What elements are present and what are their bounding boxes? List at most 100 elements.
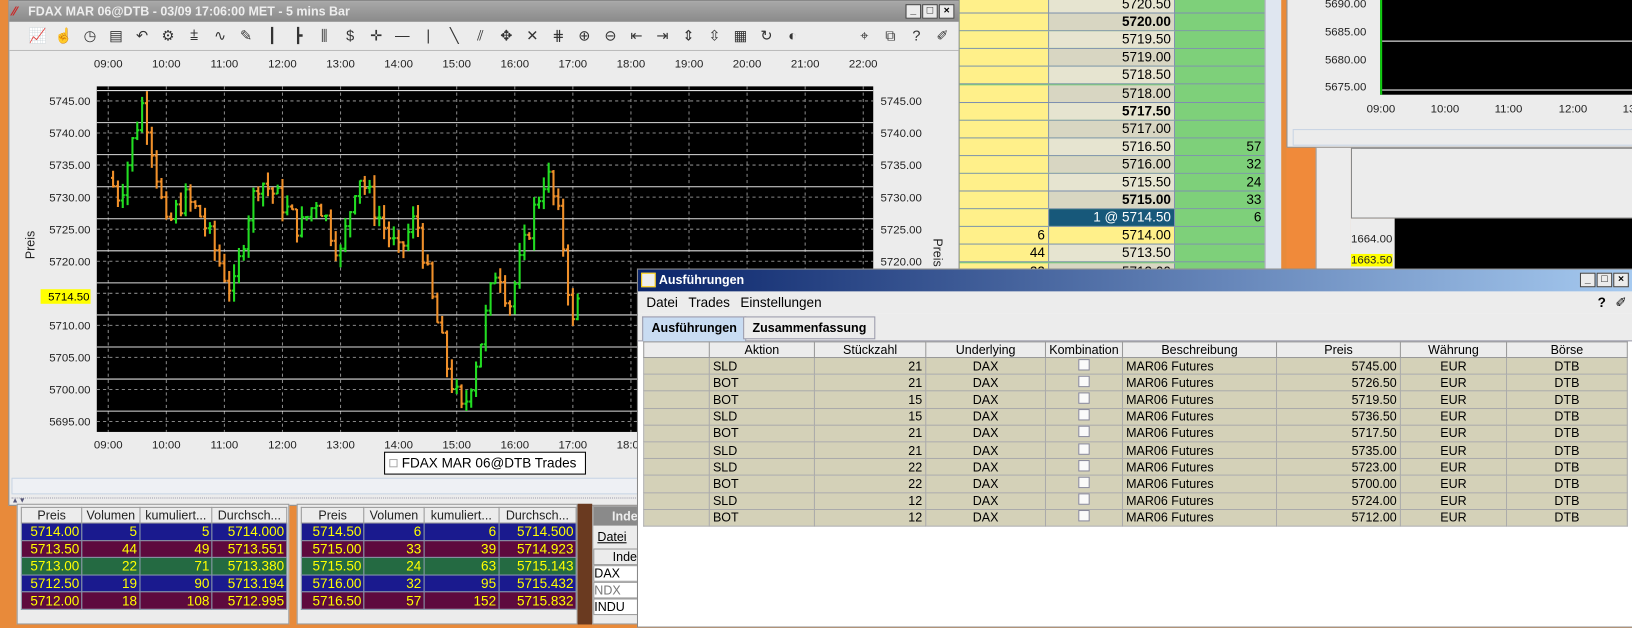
executions-close-button[interactable]: × xyxy=(1613,272,1629,288)
bid-size[interactable] xyxy=(959,67,1050,84)
scroll-right-icon[interactable]: ⇥ xyxy=(653,26,673,46)
help-icon[interactable]: ? xyxy=(1598,291,1606,313)
close-button[interactable]: × xyxy=(938,4,955,19)
gear-disabled-icon[interactable]: ⚙ xyxy=(158,26,178,46)
price-level[interactable]: 5717.00 xyxy=(1049,120,1176,138)
column-header[interactable]: kumuliert... xyxy=(139,506,213,524)
price-level[interactable]: 5716.00 xyxy=(1049,156,1176,173)
order-book-row[interactable]: 1 @ 5714.50 6 xyxy=(959,209,1265,228)
ask-size[interactable] xyxy=(1175,227,1265,244)
minimize-button[interactable]: _ xyxy=(905,4,922,19)
refresh-icon[interactable]: ↻ xyxy=(757,26,777,46)
executions-maximize-button[interactable]: □ xyxy=(1596,272,1613,288)
hand-icon[interactable]: ☝ xyxy=(54,26,74,46)
exec-column-header[interactable]: Beschreibung xyxy=(1121,341,1278,359)
draw-line-icon[interactable]: ✎ xyxy=(236,26,256,46)
order-book-row[interactable]: 5717.50 xyxy=(959,102,1265,121)
kombination-checkbox[interactable] xyxy=(1078,409,1090,421)
bid-size[interactable] xyxy=(959,49,1050,66)
volume-icon[interactable]: ⫼ xyxy=(314,26,334,46)
ask-size[interactable] xyxy=(1175,244,1265,262)
execution-row[interactable]: BOT 21 DAX MAR06 Futures 5726.50 EUR DTB xyxy=(643,373,1628,392)
ask-size[interactable] xyxy=(1175,13,1265,31)
ask-size[interactable]: 6 xyxy=(1175,209,1265,227)
ask-size[interactable] xyxy=(1175,49,1265,66)
clock-dollar-icon[interactable]: $ xyxy=(340,26,360,46)
order-book-row[interactable]: 5717.00 xyxy=(959,120,1265,139)
horizontal-line-icon[interactable]: — xyxy=(392,26,412,46)
kombination-checkbox[interactable] xyxy=(1078,392,1090,404)
back-clock-icon[interactable]: ↶ xyxy=(132,26,152,46)
execution-row[interactable]: SLD 22 DAX MAR06 Futures 5723.00 EUR DTB xyxy=(643,458,1628,476)
bid-size[interactable] xyxy=(959,120,1050,138)
menu-trades[interactable]: Trades xyxy=(688,291,730,313)
kombination-checkbox[interactable] xyxy=(1078,426,1090,438)
expand-icon[interactable]: ⇕ xyxy=(679,26,699,46)
index-menu-datei[interactable]: Datei xyxy=(593,526,638,549)
exec-column-header[interactable] xyxy=(643,341,710,359)
execution-row[interactable]: BOT 15 DAX MAR06 Futures 5719.50 EUR DTB xyxy=(643,390,1628,409)
mini-chart-plot[interactable] xyxy=(1380,0,1632,95)
parallel-lines-icon[interactable]: ⫽ xyxy=(470,26,490,46)
bid-size[interactable]: 44 xyxy=(959,244,1050,262)
kombination-checkbox[interactable] xyxy=(1078,442,1090,455)
kombination-checkbox[interactable] xyxy=(1078,375,1090,387)
ask-size[interactable] xyxy=(1175,84,1265,102)
exec-column-header[interactable]: Währung xyxy=(1399,341,1508,359)
order-book-row[interactable]: 5716.00 32 xyxy=(959,156,1265,174)
add-indicator-icon[interactable]: ∿ xyxy=(210,26,230,46)
order-book-row[interactable]: 5718.50 xyxy=(959,67,1265,85)
kombination-checkbox[interactable] xyxy=(1078,459,1090,472)
column-header[interactable]: Volumen xyxy=(81,506,141,524)
order-book-scrollbar[interactable] xyxy=(1264,0,1282,269)
kombination-checkbox[interactable] xyxy=(1078,493,1090,505)
bid-size[interactable] xyxy=(959,209,1050,227)
exec-column-header[interactable]: Preis xyxy=(1276,341,1401,359)
column-header[interactable]: Durchsch... xyxy=(211,506,288,524)
column-header[interactable]: Durchsch... xyxy=(498,506,577,524)
zoom-in-icon[interactable]: ⊕ xyxy=(575,26,595,46)
column-header[interactable]: Volumen xyxy=(363,506,425,524)
ask-size[interactable]: 24 xyxy=(1175,173,1265,191)
execution-row[interactable]: SLD 12 DAX MAR06 Futures 5724.00 EUR DTB xyxy=(643,491,1628,510)
ask-size[interactable]: 32 xyxy=(1175,156,1265,173)
price-level[interactable]: 5714.00 xyxy=(1049,227,1176,244)
ask-size[interactable] xyxy=(1175,31,1265,49)
clock-icon[interactable]: ◷ xyxy=(80,26,100,46)
index-row-dax[interactable]: DAX xyxy=(593,565,639,582)
zoom-out-icon[interactable]: ⊖ xyxy=(601,26,621,46)
exec-column-header[interactable]: Underlying xyxy=(925,341,1047,359)
kombination-checkbox[interactable] xyxy=(1078,476,1090,489)
ask-size[interactable]: 33 xyxy=(1175,191,1265,209)
layout-icon[interactable]: ⧉ xyxy=(881,26,901,46)
execution-row[interactable]: SLD 15 DAX MAR06 Futures 5736.50 EUR DTB xyxy=(643,407,1628,426)
order-book-row[interactable]: 44 5713.50 xyxy=(959,244,1265,263)
order-book-row[interactable]: 6 5714.00 xyxy=(959,227,1265,245)
ask-size[interactable] xyxy=(1175,67,1265,84)
exec-column-header[interactable]: Börse xyxy=(1506,341,1628,359)
price-level[interactable]: 5719.00 xyxy=(1049,49,1176,66)
colors-icon[interactable]: ▦ xyxy=(731,26,751,46)
vertical-line-icon[interactable]: | xyxy=(418,26,438,46)
bid-size[interactable] xyxy=(959,138,1050,155)
execution-row[interactable]: SLD 21 DAX MAR06 Futures 5735.00 EUR DTB xyxy=(643,441,1628,460)
price-level[interactable]: 5717.50 xyxy=(1049,102,1176,120)
executions-titlebar[interactable]: Ausführungen _ □ × xyxy=(638,269,1632,292)
ask-size[interactable]: 57 xyxy=(1175,138,1265,155)
bid-size[interactable] xyxy=(959,84,1050,102)
chart-window-titlebar[interactable]: ⁄⁄ FDAX MAR 06@DTB - 03/09 17:06:00 MET … xyxy=(9,1,959,22)
crosshair-icon[interactable]: ✛ xyxy=(366,26,386,46)
exec-column-header[interactable]: Kombination xyxy=(1044,341,1124,359)
mini-chart-scrollbar[interactable] xyxy=(1292,129,1632,146)
add-study-icon[interactable]: ⩲ xyxy=(184,26,204,46)
price-level[interactable]: 5713.50 xyxy=(1049,244,1176,262)
bid-size[interactable] xyxy=(959,31,1050,49)
index-row-ndx[interactable]: NDX xyxy=(593,581,639,599)
ask-size[interactable] xyxy=(1175,120,1265,138)
price-level[interactable]: 5720.50 xyxy=(1049,0,1176,13)
price-level[interactable]: 5718.50 xyxy=(1049,67,1176,84)
delete-all-icon[interactable]: ⋕ xyxy=(549,26,569,46)
price-level[interactable]: 5718.00 xyxy=(1049,84,1176,102)
execution-row[interactable]: BOT 21 DAX MAR06 Futures 5717.50 EUR DTB xyxy=(643,424,1628,443)
order-book-row[interactable]: 5719.00 xyxy=(959,49,1265,67)
